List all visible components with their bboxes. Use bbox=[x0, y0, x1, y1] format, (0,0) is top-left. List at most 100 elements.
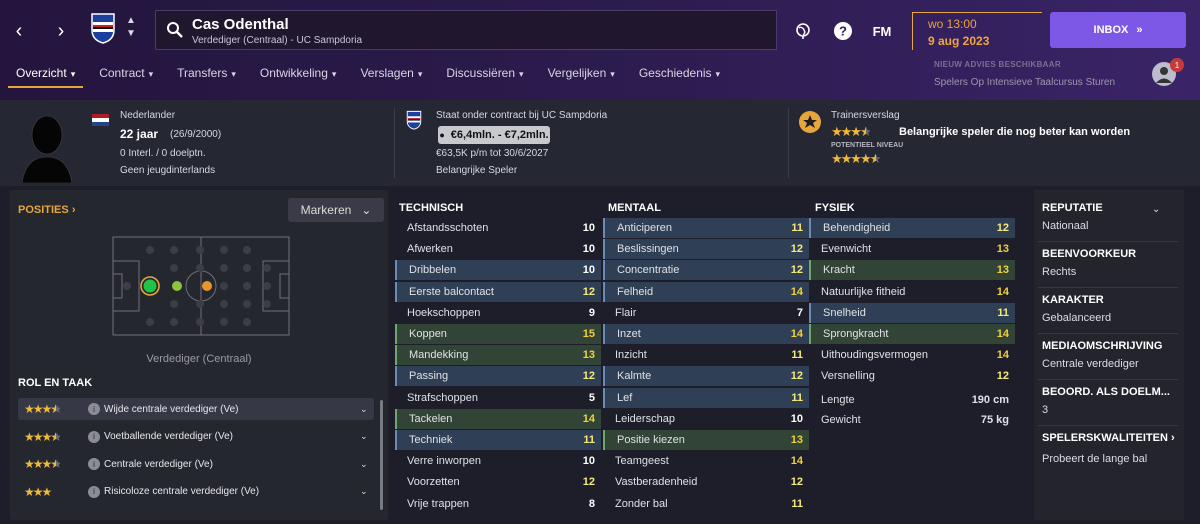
chevron-down-icon[interactable]: ⌄ bbox=[360, 431, 374, 442]
tab-label: Verslagen bbox=[360, 66, 414, 80]
tab-0[interactable]: Overzicht ▾ bbox=[8, 64, 84, 88]
chevron-down-icon[interactable]: ⌄ bbox=[360, 486, 374, 497]
attribute-row[interactable]: Snelheid 11 bbox=[809, 302, 1015, 323]
attribute-row[interactable]: Lef 11 bbox=[603, 387, 809, 408]
attribute-row[interactable]: Uithoudingsvermogen 14 bbox=[809, 345, 1015, 365]
attributes-panel: TECHNISCH MENTAAL FYSIEK Afstandsschoten… bbox=[395, 190, 1030, 520]
attribute-row[interactable]: Afwerken 10 bbox=[395, 239, 601, 259]
attribute-row[interactable]: Hoekschoppen 9 bbox=[395, 303, 601, 323]
forward-arrow-icon[interactable]: › bbox=[50, 18, 72, 44]
technical-heading: TECHNISCH bbox=[399, 202, 464, 214]
attribute-row[interactable]: Dribbelen 10 bbox=[395, 260, 601, 281]
attribute-name: Inzicht bbox=[615, 349, 647, 362]
tab-label: Ontwikkeling bbox=[259, 66, 328, 80]
player-search-box[interactable]: Cas Odenthal Verdediger (Centraal) - UC … bbox=[155, 10, 777, 50]
tab-1[interactable]: Contract ▾ bbox=[91, 64, 161, 88]
role-row[interactable]: ★★★★★ i Centrale verdediger (Ve) ⌄ bbox=[18, 453, 374, 475]
attribute-value: 11 bbox=[791, 222, 803, 234]
attribute-row[interactable]: Sprongkracht 14 bbox=[809, 324, 1015, 344]
role-row[interactable]: ★★★ i Risicoloze centrale verdediger (Ve) ⌄ bbox=[18, 481, 374, 503]
attribute-row[interactable]: Teamgeest 14 bbox=[603, 451, 809, 471]
attribute-row[interactable]: Behendigheid 12 bbox=[809, 218, 1015, 238]
date-time-box[interactable]: wo 13:00 9 aug 2023 bbox=[912, 12, 1042, 50]
netherlands-flag-icon bbox=[92, 114, 109, 126]
inbox-button[interactable]: INBOX » bbox=[1050, 12, 1186, 48]
tab-5[interactable]: Discussiëren ▾ bbox=[438, 64, 531, 88]
search-icon bbox=[167, 22, 183, 38]
fm-menu-button[interactable]: FM bbox=[868, 20, 896, 42]
attribute-row[interactable]: Koppen 15 bbox=[395, 324, 601, 344]
attribute-row[interactable]: Verre inworpen 10 bbox=[395, 451, 601, 471]
positions-title[interactable]: POSITIES › bbox=[18, 204, 75, 216]
attribute-row[interactable]: Vastberadenheid 12 bbox=[603, 472, 809, 492]
attribute-row[interactable]: Concentratie 12 bbox=[603, 260, 809, 281]
attribute-row[interactable]: Tackelen 14 bbox=[395, 408, 601, 429]
help-icon[interactable]: ? bbox=[832, 20, 854, 42]
personality-value: Gebalanceerd bbox=[1042, 312, 1112, 324]
attribute-row[interactable]: Anticiperen 11 bbox=[603, 218, 809, 238]
media-description-value: Centrale verdediger bbox=[1042, 358, 1139, 370]
goalkeeper-rating-heading: BEOORD. ALS DOELM... bbox=[1042, 386, 1170, 398]
attribute-row[interactable]: Eerste balcontact 12 bbox=[395, 281, 601, 302]
attribute-name: Teamgeest bbox=[615, 455, 669, 468]
chevron-down-icon[interactable]: ⌄ bbox=[360, 459, 374, 470]
attribute-row[interactable]: Strafschoppen 5 bbox=[395, 388, 601, 408]
squad-status: Belangrijke Speler bbox=[436, 165, 518, 176]
header-divider bbox=[394, 108, 395, 178]
attribute-row[interactable]: Inzet 14 bbox=[603, 324, 809, 344]
attribute-row[interactable]: Kalmte 12 bbox=[603, 366, 809, 387]
attribute-row[interactable]: Mandekking 13 bbox=[395, 345, 601, 366]
info-icon[interactable]: i bbox=[88, 458, 100, 470]
attribute-row[interactable]: Flair 7 bbox=[603, 303, 809, 323]
info-icon[interactable]: i bbox=[88, 403, 100, 415]
tab-3[interactable]: Ontwikkeling ▾ bbox=[252, 64, 345, 88]
attribute-row[interactable]: Kracht 13 bbox=[809, 260, 1015, 281]
attribute-row[interactable]: Afstandsschoten 10 bbox=[395, 218, 601, 238]
role-list-scrollbar[interactable] bbox=[380, 400, 383, 510]
nationality: Nederlander bbox=[120, 110, 176, 121]
info-icon[interactable]: i bbox=[88, 485, 100, 498]
back-arrow-icon[interactable]: ‹ bbox=[8, 18, 30, 44]
attribute-row[interactable]: Passing 12 bbox=[395, 366, 601, 387]
chevron-down-icon: ▾ bbox=[148, 69, 154, 79]
attribute-row[interactable]: Felheid 14 bbox=[603, 281, 809, 302]
attribute-name: Leiderschap bbox=[615, 412, 675, 425]
attribute-value: 12 bbox=[582, 285, 595, 298]
attribute-row[interactable]: Natuurlijke fitheid 14 bbox=[809, 282, 1015, 302]
attribute-row[interactable]: Vrije trappen 8 bbox=[395, 494, 601, 514]
attribute-row[interactable]: Versnelling 12 bbox=[809, 366, 1015, 386]
tab-2[interactable]: Transfers ▾ bbox=[169, 64, 244, 88]
player-traits-heading[interactable]: SPELERSKWALITEITEN › bbox=[1042, 432, 1175, 444]
chevron-down-icon[interactable]: ⌄ bbox=[360, 404, 374, 415]
pitch-diagram[interactable] bbox=[112, 236, 290, 336]
tab-4[interactable]: Verslagen ▾ bbox=[352, 64, 430, 88]
goalkeeper-rating-value: 3 bbox=[1042, 404, 1049, 416]
world-icon[interactable] bbox=[792, 20, 814, 42]
svg-text:?: ? bbox=[839, 24, 847, 39]
info-icon[interactable]: i bbox=[88, 430, 100, 443]
attribute-name: Flair bbox=[615, 306, 637, 319]
attribute-row[interactable]: Zonder bal 11 bbox=[603, 494, 809, 514]
tab-7[interactable]: Geschiedenis ▾ bbox=[631, 64, 728, 88]
attribute-value: 14 bbox=[790, 455, 803, 468]
attribute-row[interactable]: Positie kiezen 13 bbox=[603, 430, 809, 450]
advice-text[interactable]: Spelers Op Intensieve Taalcursus Sturen bbox=[934, 77, 1115, 88]
role-row[interactable]: ★★★★★ i Voetballende verdediger (Ve) ⌄ bbox=[18, 426, 374, 448]
player-cycle-arrows-icon[interactable]: ▲ ▼ bbox=[124, 14, 138, 44]
club-crest-icon[interactable] bbox=[90, 12, 116, 44]
attribute-row[interactable]: Evenwicht 13 bbox=[809, 239, 1015, 259]
attribute-row[interactable]: Leiderschap 10 bbox=[603, 409, 809, 429]
attribute-row[interactable]: Voorzetten 12 bbox=[395, 472, 601, 492]
attribute-value: 7 bbox=[796, 306, 803, 319]
attribute-row[interactable]: Inzicht 11 bbox=[603, 345, 809, 365]
mark-dropdown[interactable]: Markeren ⌄ bbox=[288, 198, 384, 222]
reputation-value: Nationaal bbox=[1042, 220, 1089, 232]
attribute-value: 12 bbox=[996, 222, 1009, 234]
attribute-name: Beslissingen bbox=[617, 243, 679, 256]
chevron-down-icon[interactable]: ⌄ bbox=[1152, 204, 1160, 215]
role-row[interactable]: ★★★★★ i Wijde centrale verdediger (Ve) ⌄ bbox=[18, 398, 374, 420]
attribute-row[interactable]: Beslissingen 12 bbox=[603, 239, 809, 260]
lock-icon: ● bbox=[439, 130, 445, 140]
attribute-row[interactable]: Techniek 11 bbox=[395, 430, 601, 450]
tab-6[interactable]: Vergelijken ▾ bbox=[540, 64, 623, 88]
